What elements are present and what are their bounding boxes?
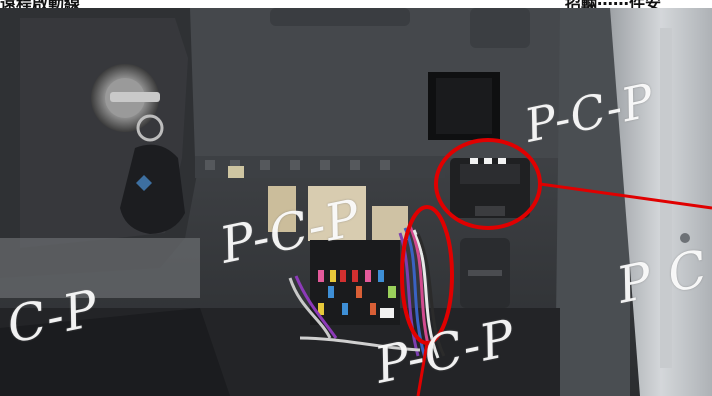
relay-2 xyxy=(372,206,408,240)
photo-frame: 遠程啟動線 招輛⋯⋯件安 P-C-P P-C-P C-P P-C-P P C xyxy=(0,0,712,396)
caption-bar: 遠程啟動線 招輛⋯⋯件安 xyxy=(0,0,712,13)
